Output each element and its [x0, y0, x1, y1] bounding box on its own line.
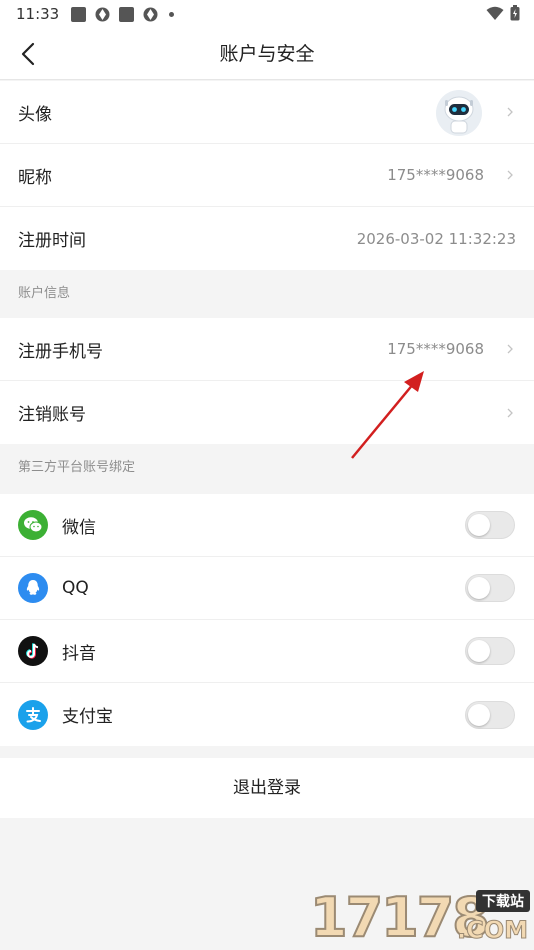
account-info-section: 注册手机号 175****9068 注销账号: [0, 318, 534, 444]
notification-icon: [143, 7, 158, 22]
qq-toggle[interactable]: [465, 574, 515, 602]
nav-header: 账户与安全: [0, 28, 534, 80]
register-time-value: 2026-03-02 11:32:23: [356, 229, 516, 248]
cancel-account-label: 注销账号: [18, 405, 86, 425]
watermark-domain: .COM: [456, 916, 528, 945]
wechat-toggle[interactable]: [465, 511, 515, 539]
qq-label: QQ: [62, 578, 89, 598]
register-time-row: 注册时间 2026-03-02 11:32:23: [0, 207, 534, 270]
third-party-section: 微信 QQ 抖音 支付宝: [0, 494, 534, 746]
notification-icon: [71, 6, 87, 22]
douyin-icon: [18, 636, 48, 666]
notification-icon: [119, 6, 135, 22]
phone-row[interactable]: 注册手机号 175****9068: [0, 318, 534, 381]
chevron-right-icon: [507, 408, 513, 417]
watermark-tag: 下载站: [476, 890, 530, 912]
profile-section: 头像 昵称 175****9068 注册时间 2026-03-02 11:32:…: [0, 81, 534, 270]
alipay-label: 支付宝: [62, 707, 113, 727]
chevron-right-icon: [507, 344, 513, 354]
wechat-label: 微信: [62, 517, 96, 538]
cancel-account-row[interactable]: 注销账号: [0, 381, 534, 444]
more-notifications-icon: [169, 11, 175, 17]
wechat-row: 微信: [0, 494, 534, 557]
phone-value: 175****9068: [387, 340, 484, 358]
account-info-title: 账户信息: [18, 286, 71, 301]
logout-button[interactable]: 退出登录: [0, 758, 534, 818]
battery-icon: [510, 5, 520, 25]
watermark-logo: 17178 下载站 .COM: [309, 886, 532, 949]
register-time-label: 注册时间: [18, 231, 86, 251]
phone-label: 注册手机号: [18, 341, 103, 362]
alipay-toggle[interactable]: [465, 700, 515, 729]
chevron-right-icon: [507, 170, 513, 180]
chevron-right-icon: [507, 107, 513, 117]
notification-icon: [95, 7, 110, 22]
qq-row: QQ: [0, 557, 534, 620]
alipay-icon: [18, 699, 48, 730]
robot-avatar-icon: [436, 90, 482, 136]
nickname-value: 175****9068: [387, 166, 484, 184]
nickname-label: 昵称: [18, 167, 52, 188]
wechat-icon: [18, 510, 48, 540]
avatar-label: 头像: [18, 104, 52, 125]
qq-icon: [18, 573, 48, 603]
douyin-label: 抖音: [62, 643, 96, 664]
status-time: 11:33: [16, 5, 60, 23]
alipay-row: 支付宝: [0, 683, 534, 746]
nickname-row[interactable]: 昵称 175****9068: [0, 144, 534, 207]
third-party-title: 第三方平台账号绑定: [18, 460, 136, 475]
status-bar: 11:33: [0, 0, 534, 28]
avatar: [436, 90, 482, 136]
wifi-icon: [486, 6, 504, 25]
page-title: 账户与安全: [219, 43, 315, 65]
avatar-row[interactable]: 头像: [0, 81, 534, 144]
douyin-row: 抖音: [0, 620, 534, 683]
douyin-toggle[interactable]: [465, 637, 515, 665]
